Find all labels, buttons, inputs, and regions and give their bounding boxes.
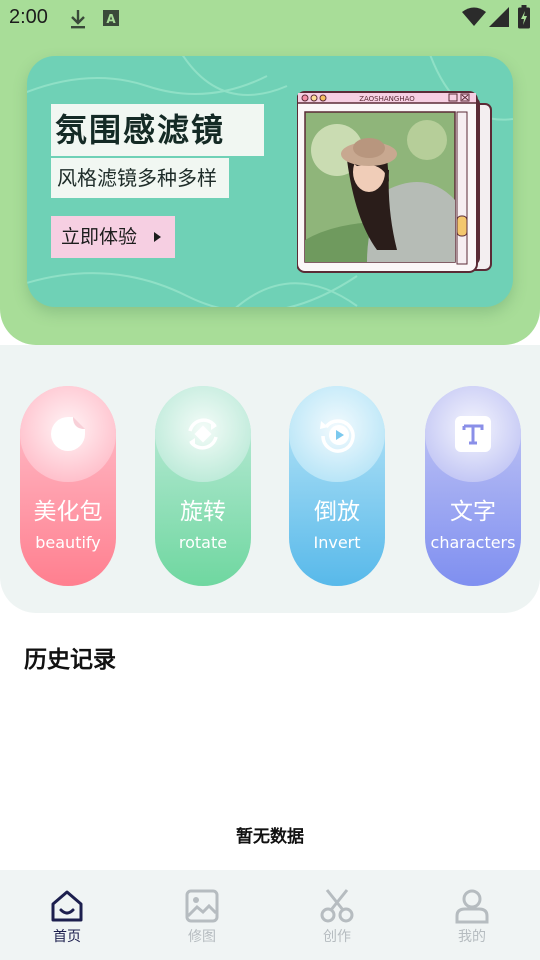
feature-characters-label: 文字 <box>450 499 496 525</box>
banner-title: 氛围感滤镜 <box>51 104 264 156</box>
status-bar: 2:00 A <box>0 0 540 36</box>
feature-characters[interactable]: 文字 characters <box>425 386 521 586</box>
feature-panel: 美化包 beautify 旋转 rotate 倒放 Invert 文字 char… <box>0 345 540 613</box>
tab-create-label: 创作 <box>323 929 351 945</box>
image-icon <box>185 889 219 923</box>
tab-home[interactable]: 首页 <box>27 888 107 946</box>
tab-edit-photo[interactable]: 修图 <box>162 888 242 946</box>
play-arrow-icon <box>154 232 161 242</box>
wifi-icon <box>462 7 486 26</box>
bottom-tab-bar: 首页 修图 创作 我的 <box>0 870 540 960</box>
feature-rotate-label: 旋转 <box>180 499 226 525</box>
feature-invert[interactable]: 倒放 Invert <box>289 386 385 586</box>
feature-invert-label: 倒放 <box>314 499 360 525</box>
empty-state-text: 暂无数据 <box>236 827 304 847</box>
battery-charging-icon <box>518 5 530 29</box>
try-now-button[interactable]: 立即体验 <box>51 216 175 258</box>
photo-window-frame: ZAOSHANGHAO <box>297 91 492 273</box>
feature-rotate-en: rotate <box>178 533 228 552</box>
status-time: 2:00 <box>9 6 48 28</box>
tab-mine-label: 我的 <box>458 929 486 945</box>
tab-edit-photo-label: 修图 <box>188 929 216 945</box>
filter-banner[interactable]: 氛围感滤镜 风格滤镜多种多样 立即体验 ZAOSHANGHAO <box>27 56 513 307</box>
feature-beautify[interactable]: 美化包 beautify <box>20 386 116 586</box>
feature-beautify-en: beautify <box>35 533 101 552</box>
history-title: 历史记录 <box>24 647 116 673</box>
signal-icon <box>489 7 509 27</box>
download-icon <box>71 10 85 29</box>
tab-create[interactable]: 创作 <box>297 888 377 946</box>
tab-home-label: 首页 <box>53 929 81 945</box>
text-icon <box>455 416 491 452</box>
banner-subtitle: 风格滤镜多种多样 <box>51 158 229 198</box>
feature-beautify-label: 美化包 <box>33 499 103 525</box>
feature-invert-en: Invert <box>313 533 361 552</box>
home-icon <box>51 890 83 922</box>
sticker-icon <box>51 417 85 451</box>
feature-rotate[interactable]: 旋转 rotate <box>155 386 251 586</box>
try-now-label: 立即体验 <box>61 226 138 248</box>
rotate-icon <box>188 418 218 450</box>
user-icon <box>455 889 489 924</box>
frame-caption: ZAOSHANGHAO <box>359 95 415 103</box>
font-app-icon: A <box>103 10 119 26</box>
replay-icon <box>320 419 355 453</box>
scissors-icon <box>320 889 354 923</box>
feature-characters-en: characters <box>430 533 516 552</box>
tab-mine[interactable]: 我的 <box>432 888 512 946</box>
svg-text:A: A <box>106 12 116 26</box>
